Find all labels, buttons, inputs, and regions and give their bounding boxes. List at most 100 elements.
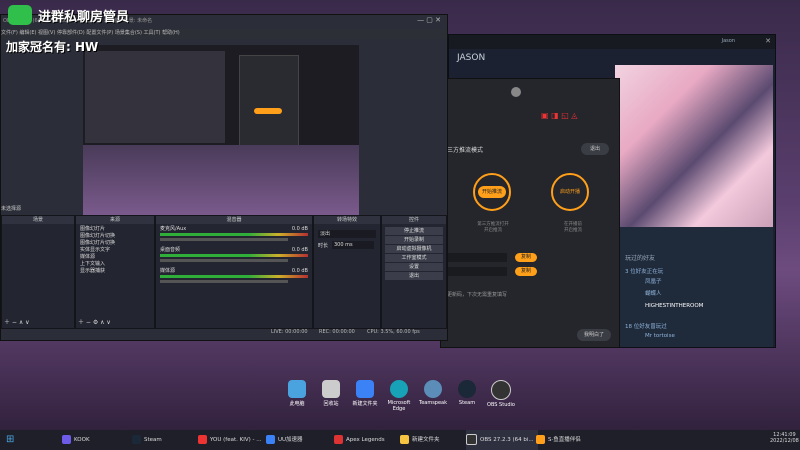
volume-slider[interactable] bbox=[160, 259, 288, 262]
friend-row: 3 位好友正在玩 bbox=[625, 269, 664, 275]
settings-button[interactable]: 设置 bbox=[385, 263, 443, 271]
volume-slider[interactable] bbox=[160, 238, 288, 241]
nested-orange-button bbox=[254, 108, 282, 114]
exit-button[interactable]: 退出 bbox=[581, 143, 609, 155]
avatar[interactable] bbox=[511, 87, 521, 97]
source-item[interactable]: 图像幻灯片 bbox=[80, 226, 150, 233]
clock[interactable]: 12:41:09 2022/12/08 bbox=[770, 432, 799, 444]
menu-scene-collection[interactable]: 场景集合(S) bbox=[115, 30, 142, 36]
controls-panel: 控件 停止推流 开始录制 启动虚拟摄像机 工作室模式 设置 退出 bbox=[381, 215, 447, 329]
friends-header: 玩过的好友 bbox=[625, 255, 656, 262]
mixer-panel: 混音器 麦克风/Aux 0.0 dB 桌面音频 0.0 dB 媒体源 0.0 d… bbox=[155, 215, 313, 329]
menu-view[interactable]: 视图(V) bbox=[38, 30, 55, 36]
source-item[interactable]: 上下文输入 bbox=[80, 261, 150, 268]
source-item[interactable]: 图像幻灯片切换 bbox=[80, 240, 150, 247]
clock-date: 2022/12/08 bbox=[770, 438, 799, 444]
edge-icon[interactable]: Microsoft Edge bbox=[384, 380, 414, 412]
copy-button[interactable]: 复制 bbox=[515, 267, 537, 276]
start-push-button[interactable]: 开始推流 bbox=[478, 186, 506, 198]
taskbar-item[interactable]: KOOK bbox=[62, 430, 90, 450]
track-level: 0.0 dB bbox=[291, 247, 308, 253]
key-field[interactable] bbox=[447, 267, 507, 276]
track-level: 0.0 dB bbox=[291, 226, 308, 232]
close-icon[interactable]: — ▢ ✕ bbox=[417, 16, 441, 24]
left-desc: 第三方推流打开 开启推流 bbox=[477, 222, 509, 233]
track-name: 媒体源 bbox=[160, 268, 176, 274]
menu-docks[interactable]: 停靠部件(D) bbox=[57, 30, 85, 36]
start-recording-button[interactable]: 开始录制 bbox=[385, 236, 443, 244]
this-pc-icon[interactable]: 此电脑 bbox=[282, 380, 312, 412]
recycle-bin-icon[interactable]: 回收站 bbox=[316, 380, 346, 412]
source-item[interactable]: 实体显示文字 bbox=[80, 247, 150, 254]
friends-card: 玩过的好友 3 位好友正在玩 凤凰子 蝴蝶人 HIGHESTINTHEROOM … bbox=[615, 227, 773, 347]
close-icon[interactable]: ✕ bbox=[765, 37, 771, 45]
source-item[interactable]: 媒体源 bbox=[80, 254, 150, 261]
steam-icon[interactable]: Steam bbox=[452, 380, 482, 412]
menu-edit[interactable]: 编辑(E) bbox=[19, 30, 36, 36]
start-live-button[interactable]: 启动开播 bbox=[556, 186, 584, 198]
menu-profile[interactable]: 配置文件(P) bbox=[86, 30, 113, 36]
mode-label: 三方推流模式 bbox=[447, 147, 484, 154]
taskbar-item[interactable]: OBS 27.2.3 (64 bi... bbox=[466, 430, 538, 450]
taskbar: ⊞ KOOK Steam YOU (feat. KIV) - ... UU加速器… bbox=[0, 430, 800, 450]
source-toolbar[interactable]: ＋ − ⚙ ∧ ∨ bbox=[78, 317, 111, 326]
copy-button[interactable]: 复制 bbox=[515, 253, 537, 262]
game-banner bbox=[615, 65, 773, 227]
studio-mode-button[interactable]: 工作室模式 bbox=[385, 254, 443, 262]
menu-help[interactable]: 帮助(H) bbox=[162, 30, 180, 36]
virtual-camera-button[interactable]: 启动虚拟摄像机 bbox=[385, 245, 443, 253]
exit-button[interactable]: 退出 bbox=[385, 272, 443, 280]
steam-titlebar: Jason ✕ bbox=[449, 35, 775, 49]
obs-studio-icon[interactable]: OBS Studio bbox=[486, 380, 516, 412]
friend-row[interactable]: 蝴蝶人 bbox=[645, 289, 662, 297]
desktop-icons: 此电脑 回收站 新建文件夹 Microsoft Edge Teamspeak S… bbox=[282, 380, 516, 412]
wechat-icon bbox=[8, 5, 32, 25]
taskbar-item[interactable]: Apex Legends bbox=[334, 430, 385, 450]
taskbar-item[interactable]: YOU (feat. KIV) - ... bbox=[198, 430, 262, 450]
volume-slider[interactable] bbox=[160, 280, 288, 283]
overlay-title: 进群私聊房管员 bbox=[38, 10, 130, 25]
steam-user[interactable]: Jason bbox=[722, 38, 735, 44]
panel-header: 混音器 bbox=[156, 216, 312, 224]
track-name: 桌面音频 bbox=[160, 247, 181, 253]
scene-toolbar[interactable]: ＋ − ∧ ∨ bbox=[4, 317, 30, 326]
track-name: 麦克风/Aux bbox=[160, 226, 187, 232]
taskbar-item[interactable]: UU加速器 bbox=[266, 430, 303, 450]
stream-controller-dialog: ▣ ◨ ◱ ◬ 三方推流模式 退出 开始推流 启动开播 第三方推流打开 开启推流… bbox=[440, 78, 620, 348]
transition-select[interactable]: 淡出 bbox=[318, 230, 376, 238]
cpu-status: CPU: 3.5%, 60.00 fps bbox=[367, 329, 420, 335]
panel-header: 转场特效 bbox=[314, 216, 380, 224]
profile-name: JASON bbox=[457, 53, 486, 63]
source-item[interactable]: 图像幻灯片切换 bbox=[80, 233, 150, 240]
rec-status: REC: 00:00:00 bbox=[319, 329, 355, 335]
notification-icon[interactable]: ▣ ◨ ◱ ◬ bbox=[541, 111, 577, 120]
duration-input[interactable]: 300 ms bbox=[332, 241, 374, 249]
taskbar-item[interactable]: 新建文件夹 bbox=[400, 430, 440, 450]
friend-row[interactable]: Mr tortoise bbox=[645, 333, 675, 339]
friend-row[interactable]: 凤凰子 bbox=[645, 277, 662, 285]
taskbar-item[interactable]: Steam bbox=[132, 430, 162, 450]
preview-canvas[interactable] bbox=[83, 45, 359, 215]
menu-tools[interactable]: 工具(T) bbox=[144, 30, 161, 36]
live-circle: 启动开播 bbox=[551, 173, 589, 211]
mixer-track: 桌面音频 0.0 dB bbox=[160, 247, 308, 254]
menu-file[interactable]: 文件(F) bbox=[1, 30, 18, 36]
teamspeak-icon[interactable]: Teamspeak bbox=[418, 380, 448, 412]
stop-stream-button[interactable]: 停止推流 bbox=[385, 227, 443, 235]
transition-panel: 转场特效 淡出 时长 300 ms bbox=[313, 215, 381, 329]
confirm-button[interactable]: 我明白了 bbox=[577, 329, 611, 341]
panel-header: 控件 bbox=[382, 216, 446, 224]
folder-icon[interactable]: 新建文件夹 bbox=[350, 380, 380, 412]
taskbar-item[interactable]: S·鱼直播伴侣 bbox=[536, 430, 581, 450]
start-icon[interactable]: ⊞ bbox=[6, 430, 14, 450]
track-level: 0.0 dB bbox=[291, 268, 308, 274]
push-circle: 开始推流 bbox=[473, 173, 511, 211]
friend-row[interactable]: HIGHESTINTHEROOM bbox=[645, 303, 703, 309]
panel-header: 场景 bbox=[2, 216, 74, 224]
source-item[interactable]: 显示器捕获 bbox=[80, 268, 150, 275]
mixer-track: 麦克风/Aux 0.0 dB bbox=[160, 226, 308, 233]
nested-desktop bbox=[83, 145, 359, 215]
overlay-subtitle: 加家冠名有: HW bbox=[6, 40, 99, 54]
duration-label: 时长 bbox=[318, 243, 329, 249]
server-field[interactable] bbox=[447, 253, 507, 262]
